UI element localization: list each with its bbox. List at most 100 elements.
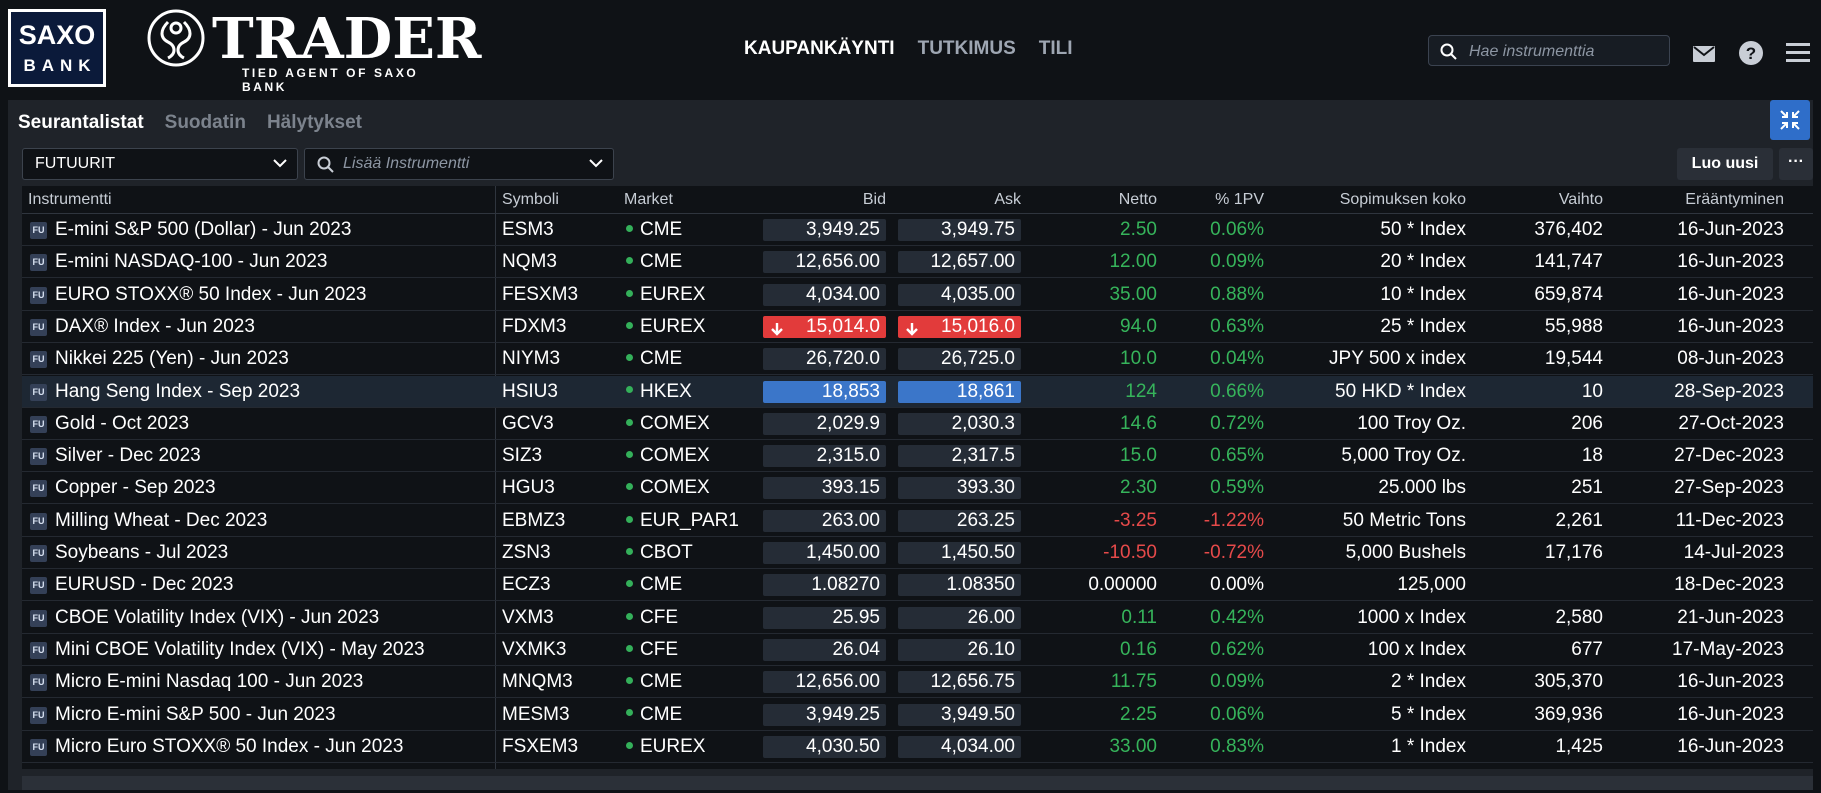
bid-price[interactable]: 263.00	[763, 509, 886, 532]
col-header-pct[interactable]: % 1PV	[1162, 186, 1264, 214]
instrument-name[interactable]: Milling Wheat - Dec 2023	[55, 505, 267, 536]
table-row[interactable]: FU EURO STOXX® 50 Index - Jun 2023 FESXM3 E…	[22, 279, 1813, 311]
table-row[interactable]: FU E-mini NASDAQ-100 - Jun 2023 NQM3 CME 12,…	[22, 246, 1813, 279]
bid-price[interactable]: 1,450.00	[763, 542, 886, 564]
table-row[interactable]: FU Mini CBOE Volatility Index (VIX) - May…	[22, 634, 1813, 666]
bid-price[interactable]: 15,014.0	[763, 315, 886, 338]
bid-price[interactable]: 4,030.50	[763, 735, 886, 758]
bid-price[interactable]: 26.04	[763, 638, 886, 661]
ask-price[interactable]: 26.00	[898, 606, 1021, 629]
ask-price[interactable]: 12,657.00	[898, 251, 1021, 274]
instrument-name[interactable]: Nikkei 225 (Yen) - Jun 2023	[55, 343, 289, 374]
bid-value: 12,656.00	[795, 671, 880, 693]
table-row[interactable]: FU Silver - Dec 2023 SIZ3 COMEX 2,315.0 2,317…	[22, 440, 1813, 473]
instrument-name[interactable]: EURO STOXX® 50 Index - Jun 2023	[55, 279, 366, 310]
bid-price[interactable]: 4,034.00	[763, 283, 886, 306]
table-row[interactable]: FU Micro E-mini Nasdaq 100 - Jun 2023 MNQM…	[22, 666, 1813, 699]
table-row[interactable]: FU Nikkei 225 (Yen) - Jun 2023 NIYM3 CME 26,…	[22, 343, 1813, 376]
bid-price[interactable]: 1.08270	[763, 574, 886, 597]
table-row[interactable]: FU CBOE Volatility Index (VIX) - Jun 2023…	[22, 602, 1813, 634]
menu-icon[interactable]	[1786, 42, 1810, 62]
instrument-name[interactable]: Silver - Dec 2023	[55, 440, 201, 471]
saxo-bank-logo[interactable]: SAXO BANK	[8, 9, 106, 87]
ask-price[interactable]: 26,725.0	[898, 348, 1021, 371]
table-row[interactable]: FU EURUSD - Dec 2023 ECZ3 CME 1.08270 1.08350…	[22, 569, 1813, 602]
instrument-name[interactable]: CBOE Volatility Index (VIX) - Jun 2023	[55, 602, 379, 633]
ask-price[interactable]: 3,949.50	[898, 703, 1021, 726]
market: CME	[626, 246, 682, 277]
bid-price[interactable]: 2,315.0	[763, 445, 886, 468]
collapse-button[interactable]	[1770, 100, 1810, 140]
bid-price[interactable]: 2,029.9	[763, 412, 886, 435]
asset-type-badge: FU	[30, 545, 47, 562]
horizontal-scrollbar[interactable]	[22, 776, 1813, 790]
ask-price[interactable]: 1.08350	[898, 574, 1021, 597]
instrument-name[interactable]: Soybeans - Jul 2023	[55, 537, 228, 568]
trader-logo[interactable]: TRADER TIED AGENT OF SAXO BANK	[146, 6, 481, 94]
instrument-name[interactable]: E-mini S&P 500 (Dollar) - Jun 2023	[55, 214, 351, 245]
bid-price[interactable]: 18,853	[763, 380, 886, 403]
bid-price[interactable]: 25.95	[763, 606, 886, 629]
instrument-name[interactable]: Micro E-mini S&P 500 - Jun 2023	[55, 699, 336, 730]
instrument-name[interactable]: E-mini NASDAQ-100 - Jun 2023	[55, 246, 327, 277]
table-row[interactable]: FU Micro Euro STOXX® 50 Index - Jun 2023 F…	[22, 731, 1813, 763]
ask-price[interactable]: 2,030.3	[898, 412, 1021, 435]
tab-suodatin[interactable]: Suodatin	[165, 112, 246, 134]
create-new-button[interactable]: Luo uusi	[1677, 148, 1773, 180]
col-header-expiry[interactable]: Erääntyminen	[1610, 186, 1784, 214]
col-header-instrument[interactable]: Instrumentti	[28, 186, 112, 214]
col-header-net[interactable]: Netto	[1032, 186, 1157, 214]
col-header-market[interactable]: Market	[624, 186, 673, 214]
bid-price[interactable]: 12,656.00	[763, 671, 886, 694]
instrument-name[interactable]: Micro E-mini Nasdaq 100 - Jun 2023	[55, 666, 363, 697]
ask-price[interactable]: 263.25	[898, 509, 1021, 532]
nav-tutkimus[interactable]: TUTKIMUS	[918, 38, 1016, 60]
search-input[interactable]	[1467, 40, 1666, 64]
ask-price[interactable]: 393.30	[898, 477, 1021, 500]
instrument-name[interactable]: DAX® Index - Jun 2023	[55, 311, 255, 342]
ask-price[interactable]: 3,949.75	[898, 219, 1021, 241]
more-options-button[interactable]: ···	[1779, 148, 1813, 180]
instrument-name[interactable]: Copper - Sep 2023	[55, 472, 216, 503]
table-row[interactable]: FU Gold - Oct 2023 GCV3 COMEX 2,029.9 2,030.3…	[22, 408, 1813, 440]
nav-tili[interactable]: TILI	[1039, 38, 1073, 60]
ask-price[interactable]: 2,317.5	[898, 445, 1021, 468]
ask-price[interactable]: 12,656.75	[898, 671, 1021, 694]
col-header-volume[interactable]: Vaihto	[1472, 186, 1603, 214]
tab-halytykset[interactable]: Hälytykset	[267, 112, 362, 134]
mail-icon[interactable]	[1692, 45, 1716, 63]
ask-price[interactable]: 4,035.00	[898, 283, 1021, 306]
col-header-size[interactable]: Sopimuksen koko	[1272, 186, 1466, 214]
instrument-name[interactable]: EURUSD - Dec 2023	[55, 569, 233, 600]
add-instrument-select[interactable]: Lisää Instrumentti	[304, 148, 614, 180]
table-row[interactable]: FU Copper - Sep 2023 HGU3 COMEX 393.15 393.30…	[22, 472, 1813, 505]
instrument-name[interactable]: Gold - Oct 2023	[55, 408, 189, 439]
bid-price[interactable]: 26,720.0	[763, 348, 886, 371]
instrument-name[interactable]: Micro Euro STOXX® 50 Index - Jun 2023	[55, 731, 403, 762]
col-header-symbol[interactable]: Symboli	[502, 186, 559, 214]
col-header-ask[interactable]: Ask	[898, 186, 1021, 214]
ask-price[interactable]: 1,450.50	[898, 542, 1021, 564]
instrument-name[interactable]: Mini CBOE Volatility Index (VIX) - May 2…	[55, 634, 425, 665]
ask-price[interactable]: 15,016.0	[898, 315, 1021, 338]
table-row[interactable]: FU Soybeans - Jul 2023 ZSN3 CBOT 1,450.00 1,4…	[22, 537, 1813, 569]
bid-price[interactable]: 3,949.25	[763, 703, 886, 726]
table-row[interactable]: FU E-mini S&P 500 (Dollar) - Jun 2023 ESM3…	[22, 214, 1813, 246]
nav-kaupankaynti[interactable]: KAUPANKÄYNTI	[744, 38, 895, 60]
ask-price[interactable]: 4,034.00	[898, 735, 1021, 758]
col-header-bid[interactable]: Bid	[763, 186, 886, 214]
table-row[interactable]: FU Milling Wheat - Dec 2023 EBMZ3 EUR_PAR1 2…	[22, 505, 1813, 537]
bid-price[interactable]: 12,656.00	[763, 251, 886, 274]
ask-value: 263.25	[956, 509, 1015, 531]
table-row[interactable]: FU DAX® Index - Jun 2023 FDXM3 EUREX 15,014.…	[22, 311, 1813, 343]
help-icon[interactable]: ?	[1738, 40, 1764, 66]
instrument-name[interactable]: Hang Seng Index - Sep 2023	[55, 376, 300, 407]
bid-price[interactable]: 3,949.25	[763, 219, 886, 241]
ask-price[interactable]: 18,861	[898, 380, 1021, 403]
table-row[interactable]: FU Hang Seng Index - Sep 2023 HSIU3 HKEX 18,…	[22, 375, 1813, 408]
ask-price[interactable]: 26.10	[898, 638, 1021, 661]
watchlist-select[interactable]: FUTUURIT	[22, 148, 298, 180]
tab-seurantalistat[interactable]: Seurantalistat	[18, 112, 144, 134]
table-row[interactable]: FU Micro E-mini S&P 500 - Jun 2023 MESM3 CM…	[22, 699, 1813, 731]
bid-price[interactable]: 393.15	[763, 477, 886, 500]
